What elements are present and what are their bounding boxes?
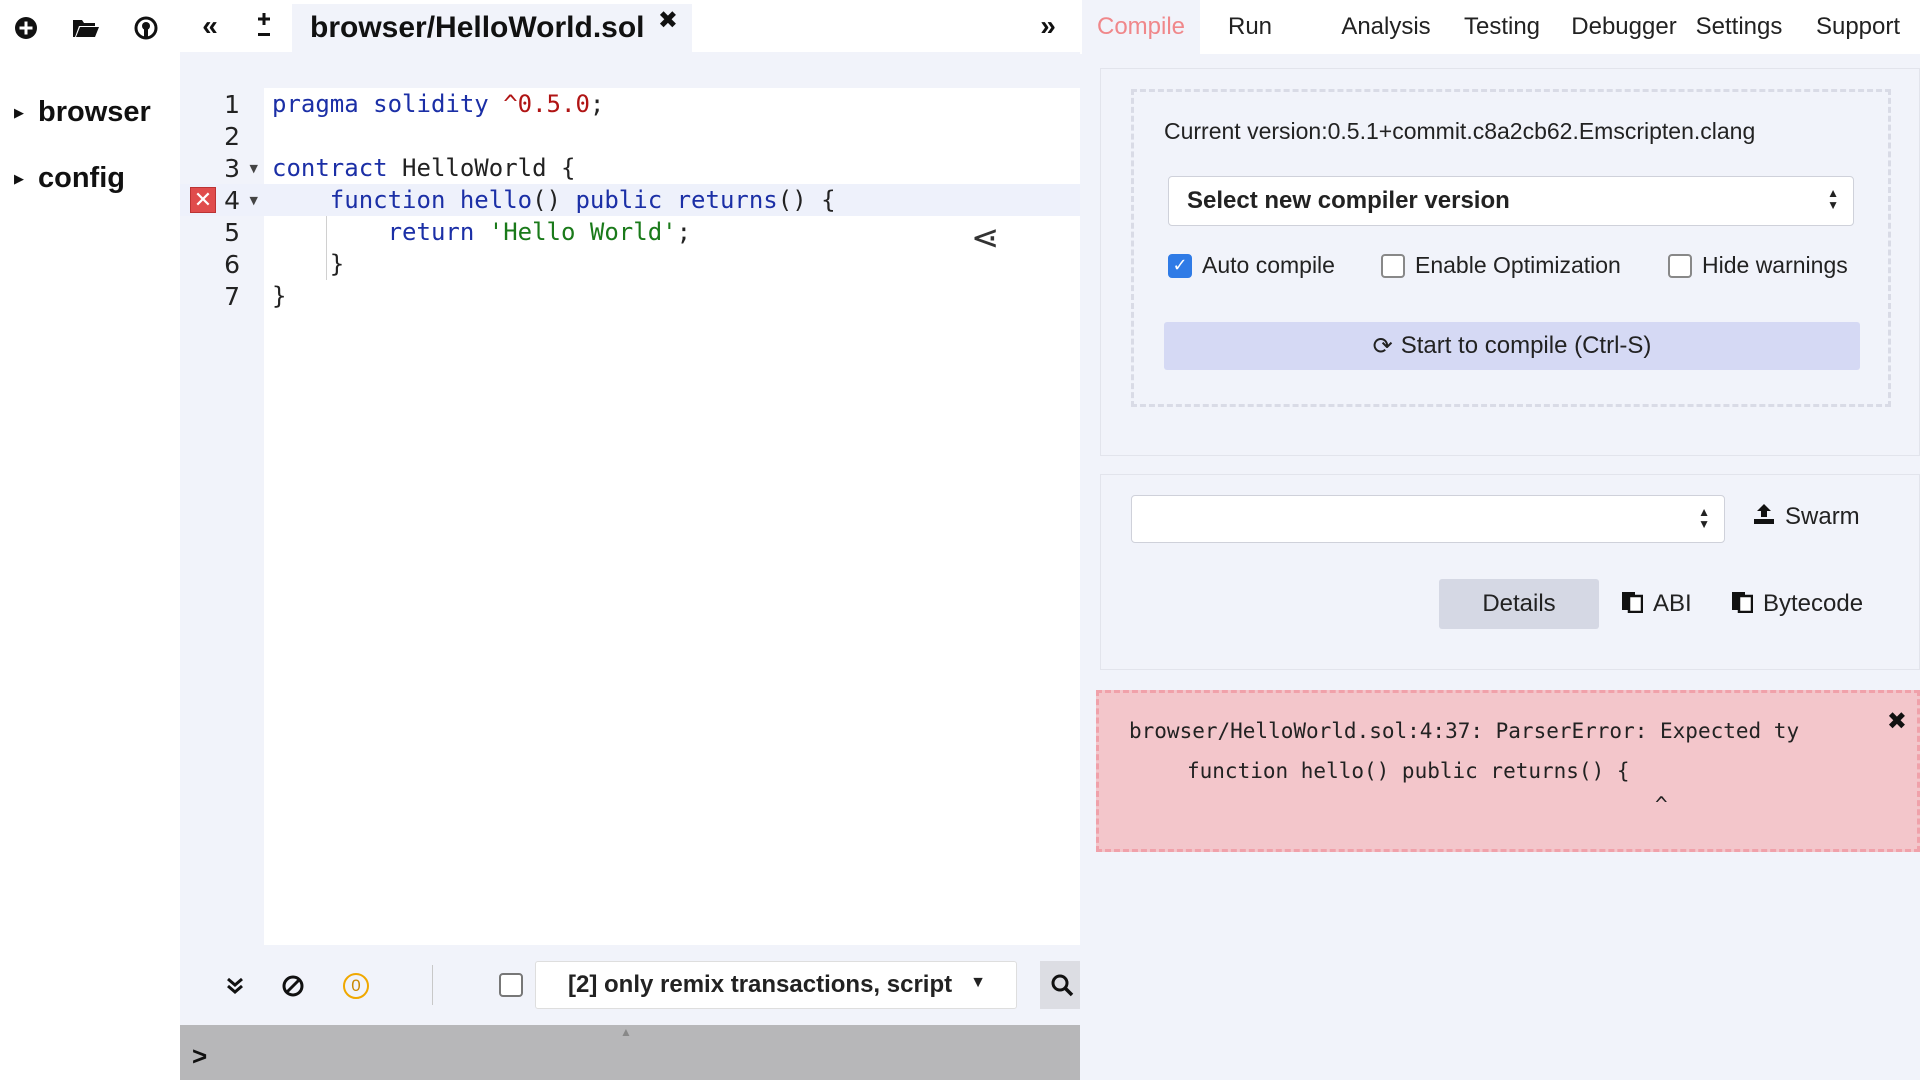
gutter-line: 1 — [224, 90, 240, 119]
fold-arrow-icon[interactable]: ▼ — [250, 194, 258, 207]
clipboard-icon — [1731, 589, 1754, 619]
swarm-button[interactable]: Swarm — [1753, 503, 1860, 531]
right-panel-tabs: Compile Run Analysis Testing Debugger Se… — [1080, 0, 1920, 54]
gutter-line: ✕ 4 ▼ — [180, 184, 264, 216]
code-line[interactable] — [264, 120, 1080, 152]
code-line[interactable]: return 'Hello World'; — [264, 216, 1080, 248]
file-explorer-panel: ▶ browser ▶ config — [0, 0, 180, 1080]
copy-abi-button[interactable]: ABI — [1621, 589, 1692, 619]
code-line[interactable]: } — [264, 248, 1080, 280]
start-compile-button[interactable]: ⟳ Start to compile (Ctrl-S) — [1164, 322, 1860, 370]
current-version-text: Current version:0.5.1+commit.c8a2cb62.Em… — [1164, 118, 1756, 144]
right-panel: Compile Run Analysis Testing Debugger Se… — [1080, 0, 1920, 1080]
pending-transactions-badge[interactable]: 0 — [343, 973, 369, 999]
option-label: Hide warnings — [1702, 252, 1848, 278]
code-area[interactable]: pragma solidity ^0.5.0; contract HelloWo… — [264, 88, 1080, 945]
tab-testing[interactable]: Testing — [1452, 0, 1552, 54]
error-caret: ^ — [1655, 793, 1668, 817]
line-gutter: 1 2 3 ▼ ✕ 4 ▼ 5 6 7 — [180, 88, 264, 945]
add-file-icon[interactable] — [10, 12, 42, 44]
close-tab-icon[interactable]: ✖ — [658, 6, 678, 35]
code-line[interactable]: } — [264, 280, 1080, 312]
gutter-line: 3 ▼ — [224, 154, 258, 183]
gutter-line: 5 — [224, 218, 240, 247]
filter-label: [2] only remix transactions, script — [568, 971, 953, 998]
tab-debugger[interactable]: Debugger — [1570, 0, 1678, 54]
gutter-line: 6 — [224, 250, 240, 279]
upload-icon — [1753, 503, 1775, 531]
gutter-line: 7 — [224, 282, 240, 311]
file-toolbar — [0, 0, 180, 56]
copy-bytecode-button[interactable]: Bytecode — [1731, 589, 1863, 619]
caret-right-icon: ▶ — [14, 104, 24, 120]
swarm-label: Swarm — [1785, 503, 1860, 530]
console-prompt: > — [192, 1041, 208, 1071]
resize-handle[interactable]: ▲ — [620, 1025, 632, 1039]
error-text: browser/HelloWorld.sol:4:37: ParserError… — [1129, 719, 1800, 743]
indent-guide — [326, 216, 327, 280]
compile-button-label: Start to compile (Ctrl-S) — [1400, 332, 1652, 359]
editor-tab-bar: « browser/HelloWorld.sol ✖ » — [180, 0, 1080, 52]
transaction-filter-dropdown[interactable]: [2] only remix transactions, script ▼ — [535, 961, 1017, 1009]
double-chevron-down-icon[interactable] — [218, 969, 252, 1003]
refresh-icon: ⟳ — [1372, 332, 1393, 360]
clear-console-icon[interactable] — [276, 969, 310, 1003]
option-label: Auto compile — [1202, 252, 1335, 278]
contract-select[interactable]: ▲ ▼ — [1131, 495, 1725, 543]
compiler-card: Current version:0.5.1+commit.c8a2cb62.Em… — [1100, 68, 1920, 456]
code-line[interactable]: function hello() public returns() { — [264, 184, 1080, 216]
hide-warnings-checkbox[interactable] — [1668, 253, 1692, 278]
console[interactable]: ▲ > — [180, 1025, 1080, 1080]
file-tab-label: browser/HelloWorld.sol — [310, 11, 645, 44]
details-button[interactable]: Details — [1439, 579, 1599, 629]
open-folder-icon[interactable] — [70, 12, 102, 44]
contract-card: ▲ ▼ Swarm Details ABI Bytecode — [1100, 474, 1920, 670]
terminal-toolbar: 0 [2] only remix transactions, script ▼ — [180, 945, 1084, 1025]
divider — [432, 965, 433, 1005]
enable-optimization-checkbox[interactable] — [1381, 253, 1405, 278]
collapse-right-icon[interactable]: » — [1030, 8, 1066, 44]
error-marker-icon[interactable]: ✕ — [190, 187, 216, 213]
text-cursor-icon: ⋖ — [971, 218, 1000, 258]
select-arrows-icon: ▲ ▼ — [1827, 186, 1839, 212]
tab-compile[interactable]: Compile — [1082, 0, 1200, 54]
listen-network-checkbox[interactable] — [499, 973, 523, 997]
font-size-icon[interactable] — [246, 8, 282, 44]
hide-warnings-option[interactable]: Hide warnings — [1668, 252, 1848, 279]
auto-compile-checkbox[interactable]: ✓ — [1168, 253, 1192, 278]
tree-item-label: config — [38, 162, 125, 194]
close-icon[interactable]: ✖ — [1887, 707, 1907, 735]
tree-item-config[interactable]: ▶ config — [14, 162, 125, 195]
code-line[interactable]: pragma solidity ^0.5.0; — [264, 88, 1080, 120]
editor-column: « browser/HelloWorld.sol ✖ » 1 2 3 ▼ ✕ 4 ▼ … — [180, 0, 1084, 1080]
auto-compile-option[interactable]: ✓ Auto compile — [1168, 252, 1335, 279]
tree-item-label: browser — [38, 96, 151, 128]
tab-helloworld[interactable]: browser/HelloWorld.sol ✖ — [292, 4, 692, 52]
caret-down-icon: ▼ — [970, 974, 986, 991]
clipboard-icon — [1621, 589, 1644, 619]
compiler-version-select[interactable]: Select new compiler version ▲ ▼ — [1168, 176, 1854, 226]
tab-support[interactable]: Support — [1806, 0, 1910, 54]
tab-settings[interactable]: Settings — [1686, 0, 1792, 54]
enable-optimization-option[interactable]: Enable Optimization — [1381, 252, 1621, 279]
select-label: Select new compiler version — [1187, 187, 1510, 214]
tab-analysis[interactable]: Analysis — [1330, 0, 1442, 54]
collapse-left-icon[interactable]: « — [192, 8, 228, 44]
compiler-error-message[interactable]: browser/HelloWorld.sol:4:37: ParserError… — [1096, 690, 1920, 852]
search-icon[interactable] — [1040, 961, 1084, 1009]
caret-right-icon: ▶ — [14, 170, 24, 186]
github-icon[interactable] — [130, 12, 162, 44]
fold-arrow-icon[interactable]: ▼ — [250, 162, 258, 175]
error-code-snippet: function hello() public returns() { — [1187, 759, 1630, 783]
code-line[interactable]: contract HelloWorld { — [264, 152, 1080, 184]
tree-item-browser[interactable]: ▶ browser — [14, 96, 151, 129]
code-editor[interactable]: 1 2 3 ▼ ✕ 4 ▼ 5 6 7 pragma solidity ^0.5.0;… — [180, 88, 1080, 945]
gutter-line: 2 — [224, 122, 240, 151]
tab-run[interactable]: Run — [1200, 0, 1300, 54]
option-label: Enable Optimization — [1415, 252, 1621, 278]
compiler-settings: Current version:0.5.1+commit.c8a2cb62.Em… — [1131, 89, 1891, 407]
select-arrows-icon: ▲ ▼ — [1698, 505, 1710, 531]
